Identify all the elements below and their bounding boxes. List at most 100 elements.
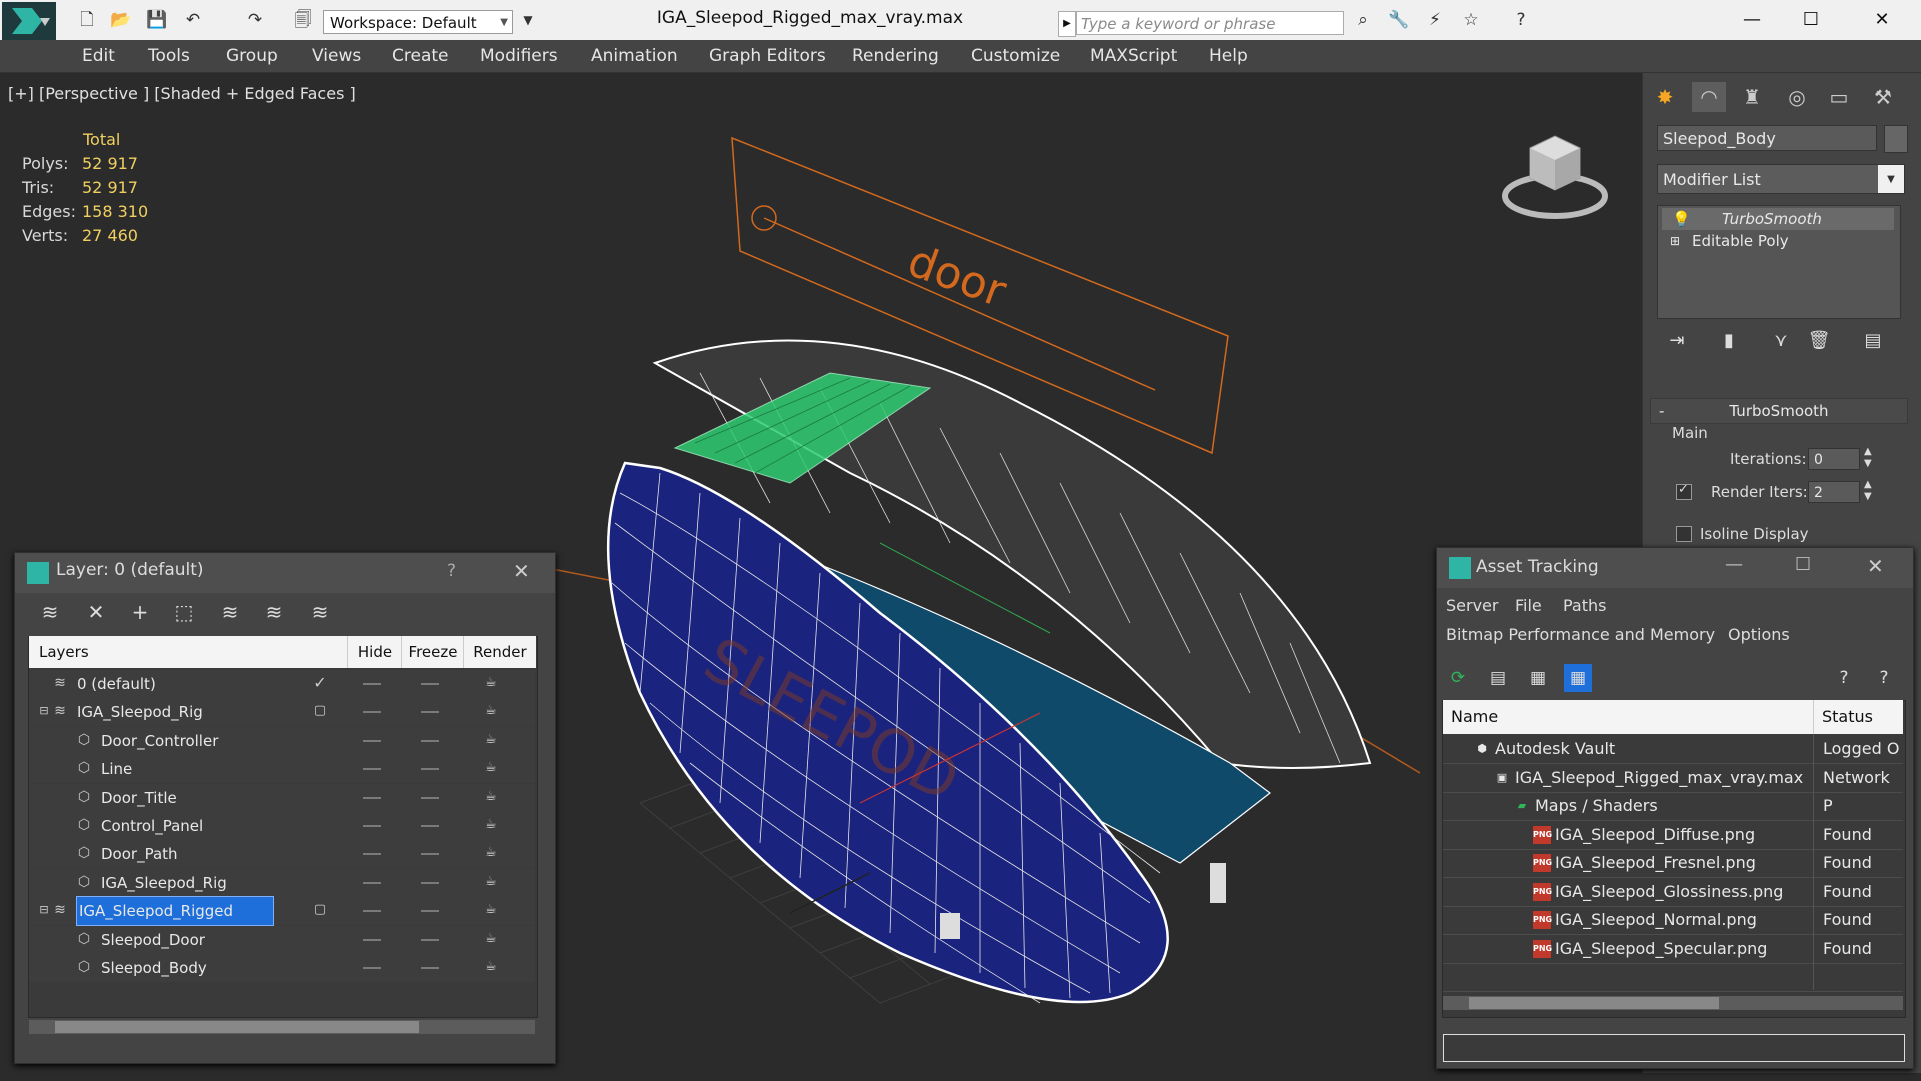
menu-options[interactable]: Options	[1728, 625, 1790, 644]
layer-row[interactable]: ⬡ Door_Path ☕	[29, 840, 535, 869]
freeze-toggle[interactable]	[421, 683, 439, 685]
close-icon[interactable]: ✕	[513, 559, 530, 583]
hide-toggle[interactable]	[363, 796, 381, 799]
asset-row[interactable]: PNG IGA_Sleepod_Specular.png Found	[1443, 935, 1903, 964]
binoculars-icon[interactable]: ⌕	[1352, 9, 1374, 31]
asset-row[interactable]: ⬢ Autodesk Vault Logged O	[1443, 735, 1903, 764]
settings-icon[interactable]: ?	[1870, 664, 1898, 692]
layer-name[interactable]: Door_Title	[101, 784, 177, 812]
hide-toggle[interactable]	[363, 881, 381, 884]
tools-icon[interactable]: 🔧	[1388, 9, 1410, 31]
layer-row[interactable]: ⬡ IGA_Sleepod_Rig ☕	[29, 868, 535, 897]
menu-file[interactable]: File	[1515, 596, 1542, 615]
asset-row[interactable]: PNG IGA_Sleepod_Glossiness.png Found	[1443, 878, 1903, 907]
workspace-select[interactable]: Workspace: Default ▼	[323, 10, 513, 34]
hide-toggle[interactable]	[363, 910, 381, 913]
viewcube-icon[interactable]	[1500, 118, 1610, 228]
menu-edit[interactable]: Edit	[82, 46, 115, 66]
render-teapot-icon[interactable]: ☕	[485, 931, 501, 946]
render-teapot-icon[interactable]: ☕	[485, 761, 501, 775]
menu-animation[interactable]: Animation	[591, 46, 678, 66]
configure-sets-icon[interactable]: ▤	[1860, 330, 1886, 356]
freeze-toggle[interactable]	[421, 853, 439, 856]
menu-tools[interactable]: Tools	[148, 46, 190, 66]
menu-maxscript[interactable]: MAXScript	[1090, 46, 1177, 66]
asset-row[interactable]: ▰ Maps / Shaders	[1443, 792, 1903, 821]
render-teapot-icon[interactable]: ☕	[485, 874, 501, 889]
menu-server[interactable]: Server	[1446, 596, 1498, 615]
expand-plus-icon[interactable]: ⊞	[1670, 230, 1680, 252]
workspace-menu-icon[interactable]: ▼	[517, 9, 539, 31]
render-iters-checkbox[interactable]: ✓	[1676, 482, 1692, 500]
hide-toggle[interactable]	[363, 711, 381, 714]
communication-icon[interactable]: ⚡	[1424, 9, 1446, 31]
select-layer-icon[interactable]: ≋	[214, 597, 246, 627]
table-view-icon[interactable]: ▦	[1564, 664, 1592, 692]
open-file-icon[interactable]: 📂	[110, 9, 132, 31]
render-teapot-icon[interactable]: ☕	[485, 704, 501, 718]
isoline-display-checkbox[interactable]	[1676, 526, 1692, 542]
set-current-box-icon[interactable]: ▢	[311, 702, 329, 720]
render-teapot-icon[interactable]: ☕	[485, 676, 501, 690]
freeze-toggle[interactable]	[421, 711, 439, 714]
menu-rendering[interactable]: Rendering	[852, 46, 939, 66]
menu-customize[interactable]: Customize	[971, 46, 1060, 66]
show-end-result-icon[interactable]: ▮	[1716, 330, 1742, 356]
render-teapot-icon[interactable]: ☕	[485, 789, 501, 804]
select-objects-icon[interactable]: ⬚	[168, 597, 200, 627]
menu-paths[interactable]: Paths	[1563, 596, 1606, 615]
column-header-status[interactable]: Status	[1813, 700, 1903, 734]
freeze-toggle[interactable]	[421, 796, 439, 799]
layer-name[interactable]: Door_Controller	[101, 727, 218, 755]
pin-stack-icon[interactable]: ⇥	[1664, 330, 1690, 356]
refresh-icon[interactable]: ⟳	[1444, 664, 1472, 692]
search-expand-icon[interactable]: ▶	[1058, 11, 1076, 37]
light-bulb-icon[interactable]: 💡	[1672, 208, 1691, 230]
menu-group[interactable]: Group	[226, 46, 278, 66]
render-teapot-icon[interactable]: ☕	[485, 960, 501, 974]
layer-row[interactable]: ⬡ Door_Title ☕	[29, 783, 535, 812]
freeze-toggle[interactable]	[421, 938, 439, 941]
modify-tab-icon[interactable]: ◠	[1692, 82, 1726, 112]
close-icon[interactable]: ✕	[1867, 554, 1884, 578]
new-layer-icon[interactable]: ≋	[34, 597, 66, 627]
asset-path-field[interactable]	[1443, 1034, 1905, 1062]
render-iters-spinner[interactable]: 2	[1808, 481, 1860, 503]
hide-toggle[interactable]	[363, 938, 381, 941]
current-layer-check-icon[interactable]: ✓	[311, 674, 329, 692]
save-icon[interactable]: 💾	[146, 9, 168, 31]
freeze-toggle[interactable]	[421, 967, 439, 969]
layer-row[interactable]: ⊟ ≋ IGA_Sleepod_Rigged ▢ ☕	[29, 896, 535, 927]
minimize-button[interactable]: —	[1725, 554, 1743, 575]
layer-name[interactable]: IGA_Sleepod_Rig	[101, 869, 227, 897]
layer-row[interactable]: ⬡ Sleepod_Door ☕	[29, 925, 535, 954]
maximize-button[interactable]: ☐	[1781, 4, 1841, 36]
spinner-arrows-icon[interactable]: ▲ ▼	[1864, 479, 1872, 503]
undo-icon[interactable]: ↶	[182, 9, 204, 31]
column-header-render[interactable]: Render	[463, 636, 536, 668]
make-unique-icon[interactable]: ⋎	[1768, 330, 1794, 356]
utilities-tab-icon[interactable]: ⚒	[1866, 82, 1900, 112]
hide-toggle[interactable]	[363, 967, 381, 969]
layer-row[interactable]: ≋ 0 (default) ✓ ☕	[29, 670, 535, 698]
project-icon[interactable]: 🗐	[292, 9, 314, 31]
object-name-field[interactable]: Sleepod_Body	[1657, 125, 1877, 151]
render-teapot-icon[interactable]: ☕	[485, 846, 501, 860]
menu-bitmap-performance[interactable]: Bitmap Performance and Memory	[1446, 625, 1715, 644]
favorites-icon[interactable]: ☆	[1460, 9, 1482, 31]
hide-toggle[interactable]	[363, 739, 381, 742]
create-tab-icon[interactable]: ✸	[1648, 82, 1682, 112]
render-teapot-icon[interactable]: ☕	[485, 903, 501, 917]
turbosmooth-rollout-header[interactable]: - TurboSmooth	[1650, 398, 1908, 424]
asset-row[interactable]: PNG IGA_Sleepod_Normal.png Found	[1443, 906, 1903, 935]
spinner-arrows-icon[interactable]: ▲ ▼	[1864, 446, 1872, 470]
freeze-toggle[interactable]	[421, 739, 439, 742]
scrollbar-thumb[interactable]	[1469, 997, 1719, 1009]
search-input[interactable]: Type a keyword or phrase	[1076, 11, 1344, 35]
new-file-icon[interactable]: 🗋	[76, 9, 98, 31]
maximize-button[interactable]: ☐	[1795, 554, 1811, 575]
delete-layer-icon[interactable]: ✕	[80, 597, 112, 627]
hide-toggle[interactable]	[363, 825, 381, 827]
menu-views[interactable]: Views	[312, 46, 361, 66]
viewport-label[interactable]: [+] [Perspective ] [Shaded + Edged Faces…	[8, 84, 356, 103]
